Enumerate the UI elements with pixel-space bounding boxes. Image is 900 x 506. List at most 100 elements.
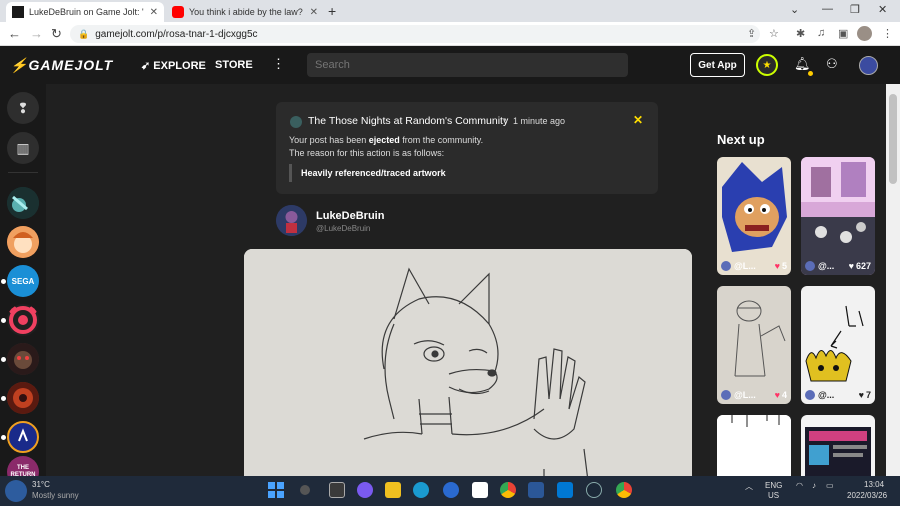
notepad-icon[interactable] — [472, 482, 488, 498]
lock-icon: 🔒 — [78, 28, 90, 39]
sidebar-community-7[interactable] — [7, 421, 39, 453]
main-content: The Those Nights at Random's Community •… — [46, 84, 886, 476]
wifi-icon[interactable]: ◠ — [796, 481, 803, 490]
sidebar-community-1[interactable] — [7, 187, 39, 219]
close-icon[interactable]: ✕ — [310, 7, 318, 18]
maximize-icon[interactable]: ❐ — [850, 3, 860, 16]
author-handle[interactable]: @LukeDeBruin — [316, 224, 370, 233]
side-panel-icon[interactable]: ▣ — [838, 27, 848, 40]
browser-profile-avatar[interactable] — [857, 26, 872, 41]
close-window-icon[interactable]: ✕ — [878, 3, 887, 16]
lang-indicator[interactable]: ENG — [765, 481, 782, 490]
library-icon[interactable]: ▥ — [7, 132, 39, 164]
dismiss-notice-icon[interactable]: ✕ — [633, 113, 643, 127]
search-icon[interactable] — [300, 485, 310, 495]
edge-icon[interactable] — [413, 482, 429, 498]
notice-reason: Heavily referenced/traced artwork — [289, 164, 446, 182]
next-up-card[interactable]: @... ♥ 7 — [801, 286, 875, 404]
volume-icon[interactable]: ♪ — [812, 481, 816, 490]
back-icon[interactable]: ← — [8, 26, 21, 41]
community-avatar — [7, 343, 39, 375]
weather-desc[interactable]: Mostly sunny — [32, 491, 79, 500]
store-link[interactable]: STORE — [215, 59, 253, 71]
weather-temp[interactable]: 31°C — [32, 480, 50, 489]
battery-icon[interactable]: ▭ — [826, 481, 834, 490]
word-icon[interactable] — [528, 482, 544, 498]
author-avatar[interactable] — [276, 205, 307, 236]
community-avatar — [7, 187, 39, 219]
sidebar-community-4[interactable] — [7, 304, 39, 336]
quests-icon[interactable]: ★ — [756, 54, 778, 76]
browser-menu-icon[interactable]: ⋮ — [882, 27, 893, 40]
file-explorer-icon[interactable] — [385, 482, 401, 498]
search-input[interactable] — [307, 53, 628, 77]
tray-chevron-icon[interactable]: ︿ — [745, 481, 753, 492]
clock-time[interactable]: 13:04 — [864, 480, 884, 489]
user-avatar[interactable] — [859, 56, 878, 75]
community-avatar — [9, 306, 37, 334]
browser-tab-strip: LukeDeBruin on Game Jolt: "rosa ✕ You th… — [0, 0, 900, 22]
next-up-card[interactable]: @L... ♥ 4 — [717, 286, 791, 404]
friends-icon[interactable]: ⚇ — [826, 56, 838, 72]
share-icon[interactable]: ⇪ — [747, 27, 756, 40]
next-up-card[interactable] — [717, 415, 791, 476]
weather-icon[interactable] — [5, 480, 27, 502]
tab-youtube[interactable]: You think i abide by the law? - Yo ✕ — [166, 2, 324, 22]
card-user-avatar — [721, 261, 731, 271]
bolt-icon: ⚡ — [10, 57, 29, 73]
gamejolt-logo[interactable]: ⚡GAMEJOLT — [10, 57, 113, 74]
home-icon[interactable]: ❢ — [7, 92, 39, 124]
next-up-card[interactable]: @L... ♥ 5 — [717, 157, 791, 275]
sidebar-community-5[interactable] — [7, 343, 39, 375]
heart-icon: ♥ — [774, 261, 780, 271]
heart-icon: ♥ — [774, 390, 780, 400]
next-up-heading: Next up — [717, 132, 765, 147]
media-icon[interactable]: ♫ — [817, 27, 825, 39]
minimize-icon[interactable]: — — [822, 3, 833, 15]
sidebar-community-6[interactable] — [7, 382, 39, 414]
community-icon — [290, 116, 302, 128]
forward-icon[interactable]: → — [30, 26, 43, 41]
scrollbar-thumb[interactable] — [889, 94, 897, 184]
next-up-card[interactable]: @... ♥ 627 — [801, 157, 875, 275]
bookmark-star-icon[interactable]: ☆ — [769, 27, 779, 40]
chevron-down-icon[interactable]: ⌄ — [790, 3, 799, 16]
more-menu-icon[interactable]: ⋮ — [272, 56, 285, 72]
notification-dot — [808, 71, 813, 76]
post-image[interactable] — [244, 249, 692, 476]
steam-icon[interactable] — [586, 482, 602, 498]
reload-icon[interactable]: ↻ — [51, 26, 62, 42]
community-link[interactable]: The Those Nights at Random's Community — [308, 115, 508, 127]
next-up-card[interactable] — [801, 415, 875, 476]
mail-icon[interactable] — [557, 482, 573, 498]
close-icon[interactable]: ✕ — [150, 7, 158, 18]
chrome-icon[interactable] — [500, 482, 516, 498]
unread-dot — [1, 396, 6, 401]
clock-date[interactable]: 2022/03/26 — [847, 491, 887, 500]
get-app-button[interactable]: Get App — [690, 53, 745, 77]
page-scrollbar[interactable] — [886, 84, 900, 476]
url-field[interactable]: 🔒 gamejolt.com/p/rosa-tnar-1-djcxgg5c — [70, 25, 760, 43]
task-view-icon[interactable] — [329, 482, 345, 498]
sidebar-community-2[interactable] — [7, 226, 39, 258]
tab-gamejolt[interactable]: LukeDeBruin on Game Jolt: "rosa ✕ — [6, 2, 164, 22]
heart-icon: ♥ — [858, 390, 864, 400]
card-meta: @... ♥ 7 — [805, 390, 875, 400]
chrome-profile-icon[interactable] — [616, 482, 632, 498]
author-name[interactable]: LukeDeBruin — [316, 210, 384, 222]
youtube-favicon-icon — [172, 6, 184, 18]
bell-icon[interactable]: 🔔︎ — [794, 56, 811, 72]
chat-icon[interactable] — [357, 482, 373, 498]
ejection-notice: The Those Nights at Random's Community •… — [276, 102, 658, 194]
card-meta: @L... ♥ 4 — [721, 390, 791, 400]
explore-link[interactable]: ➹ EXPLORE — [141, 59, 206, 72]
new-tab-icon[interactable]: + — [328, 3, 336, 19]
card-user-avatar — [805, 261, 815, 271]
sidebar-divider — [8, 172, 38, 173]
internet-explorer-icon[interactable] — [443, 482, 459, 498]
windows-start-icon[interactable] — [268, 482, 284, 498]
card-meta: @L... ♥ 5 — [721, 261, 791, 271]
sidebar-community-sega[interactable]: SEGA — [7, 265, 39, 297]
extensions-icon[interactable]: ✱ — [796, 27, 805, 40]
card-thumbnail — [717, 415, 791, 476]
